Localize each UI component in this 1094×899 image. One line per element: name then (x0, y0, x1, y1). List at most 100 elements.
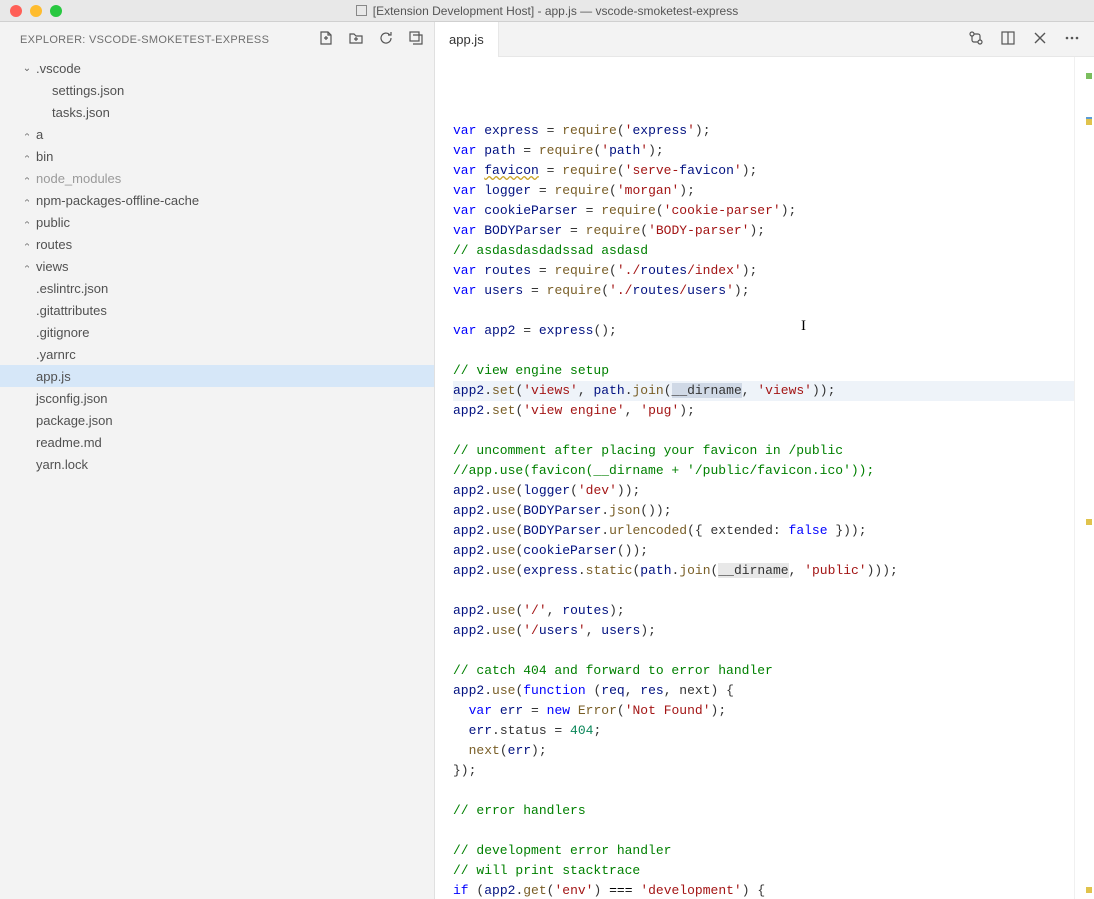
explorer-title: EXPLORER: VSCODE-SMOKETEST-EXPRESS (20, 34, 269, 46)
compare-changes-icon[interactable] (968, 30, 984, 49)
folder-routes[interactable]: ›routes (0, 233, 434, 255)
tree-item-label: public (34, 215, 70, 230)
file-jsconfig.json[interactable]: jsconfig.json (0, 387, 434, 409)
chevron-icon: › (22, 127, 33, 141)
file-yarn.lock[interactable]: yarn.lock (0, 453, 434, 475)
maximize-window-button[interactable] (50, 5, 62, 17)
chevron-icon: › (22, 149, 33, 163)
minimap-marker (1086, 73, 1092, 79)
code-line: var path = require('path'); (453, 141, 1074, 161)
code-line: app2.use(express.static(path.join(__dirn… (453, 561, 1074, 581)
new-folder-icon[interactable] (348, 30, 364, 49)
code-line (453, 421, 1074, 441)
file-tree[interactable]: ⌄.vscodesettings.jsontasks.json›a›bin›no… (0, 57, 434, 899)
explorer-header: EXPLORER: VSCODE-SMOKETEST-EXPRESS (0, 22, 434, 57)
chevron-icon: › (22, 215, 33, 229)
file-app.js[interactable]: app.js (0, 365, 434, 387)
more-actions-icon[interactable] (1064, 30, 1080, 49)
file-tasks.json[interactable]: tasks.json (0, 101, 434, 123)
tab-app-js[interactable]: app.js (435, 22, 499, 57)
explorer-sidebar: EXPLORER: VSCODE-SMOKETEST-EXPRESS ⌄.vsc… (0, 22, 435, 899)
tree-item-label: npm-packages-offline-cache (34, 193, 199, 208)
code-line: //app.use(favicon(__dirname + '/public/f… (453, 461, 1074, 481)
chevron-icon: › (22, 171, 33, 185)
tree-item-label: .yarnrc (34, 347, 76, 362)
folder-node_modules[interactable]: ›node_modules (0, 167, 434, 189)
file-.gitattributes[interactable]: .gitattributes (0, 299, 434, 321)
close-window-button[interactable] (10, 5, 22, 17)
minimize-window-button[interactable] (30, 5, 42, 17)
tree-item-label: views (34, 259, 69, 274)
code-line: app2.set('view engine', 'pug'); (453, 401, 1074, 421)
code-line: app2.set('views', path.join(__dirname, '… (453, 381, 1074, 401)
new-file-icon[interactable] (318, 30, 334, 49)
code-line: // uncomment after placing your favicon … (453, 441, 1074, 461)
code-line: app2.use(logger('dev')); (453, 481, 1074, 501)
code-line (453, 641, 1074, 661)
window-title-text: [Extension Development Host] - app.js — … (373, 4, 738, 18)
tree-item-label: .gitattributes (34, 303, 107, 318)
editor-area: app.js I var express = require(' (435, 22, 1094, 899)
close-editor-icon[interactable] (1032, 30, 1048, 49)
file-settings.json[interactable]: settings.json (0, 79, 434, 101)
refresh-icon[interactable] (378, 30, 394, 49)
editor-actions (968, 30, 1094, 49)
code-line: app2.use(cookieParser()); (453, 541, 1074, 561)
chevron-icon: › (22, 237, 33, 251)
code-line (453, 781, 1074, 801)
explorer-actions (318, 30, 424, 49)
code-line: // catch 404 and forward to error handle… (453, 661, 1074, 681)
code-line (453, 341, 1074, 361)
code-line: var cookieParser = require('cookie-parse… (453, 201, 1074, 221)
code-line: app2.use('/', routes); (453, 601, 1074, 621)
split-editor-icon[interactable] (1000, 30, 1016, 49)
window-title: [Extension Development Host] - app.js — … (0, 4, 1094, 18)
chevron-icon: › (22, 193, 33, 207)
collapse-all-icon[interactable] (408, 30, 424, 49)
file-.gitignore[interactable]: .gitignore (0, 321, 434, 343)
code-line (453, 581, 1074, 601)
tree-item-label: bin (34, 149, 53, 164)
folder-npm-packages-offline-cache[interactable]: ›npm-packages-offline-cache (0, 189, 434, 211)
code-line: app2.use(BODYParser.json()); (453, 501, 1074, 521)
code-line: }); (453, 761, 1074, 781)
code-line: var users = require('./routes/users'); (453, 281, 1074, 301)
code-line: err.status = 404; (453, 721, 1074, 741)
minimap[interactable] (1074, 57, 1094, 899)
main-area: EXPLORER: VSCODE-SMOKETEST-EXPRESS ⌄.vsc… (0, 22, 1094, 899)
folder-a[interactable]: ›a (0, 123, 434, 145)
titlebar: [Extension Development Host] - app.js — … (0, 0, 1094, 22)
file-package.json[interactable]: package.json (0, 409, 434, 431)
code-line: app2.use(function (req, res, next) { (453, 681, 1074, 701)
chevron-icon: › (22, 259, 33, 273)
code-editor[interactable]: I var express = require('express');var p… (435, 57, 1074, 899)
tree-item-label: package.json (34, 413, 113, 428)
file-.eslintrc.json[interactable]: .eslintrc.json (0, 277, 434, 299)
file-.yarnrc[interactable]: .yarnrc (0, 343, 434, 365)
minimap-marker (1086, 519, 1092, 525)
tree-item-label: tasks.json (50, 105, 110, 120)
code-line (453, 301, 1074, 321)
code-line: var app2 = express(); (453, 321, 1074, 341)
code-area: I var express = require('express');var p… (435, 57, 1094, 899)
code-line: var logger = require('morgan'); (453, 181, 1074, 201)
folder-views[interactable]: ›views (0, 255, 434, 277)
code-line: // error handlers (453, 801, 1074, 821)
code-line: // view engine setup (453, 361, 1074, 381)
code-line: var express = require('express'); (453, 121, 1074, 141)
file-readme.md[interactable]: readme.md (0, 431, 434, 453)
folder-.vscode[interactable]: ⌄.vscode (0, 57, 434, 79)
tree-item-label: readme.md (34, 435, 102, 450)
tree-item-label: a (34, 127, 43, 142)
tree-item-label: node_modules (34, 171, 121, 186)
tree-item-label: routes (34, 237, 72, 252)
tree-item-label: settings.json (50, 83, 124, 98)
folder-public[interactable]: ›public (0, 211, 434, 233)
code-line: var favicon = require('serve-favicon'); (453, 161, 1074, 181)
chevron-icon: ⌄ (20, 63, 34, 74)
code-line: // development error handler (453, 841, 1074, 861)
folder-bin[interactable]: ›bin (0, 145, 434, 167)
tree-item-label: yarn.lock (34, 457, 88, 472)
code-line (453, 821, 1074, 841)
code-line: if (app2.get('env') === 'development') { (453, 881, 1074, 899)
